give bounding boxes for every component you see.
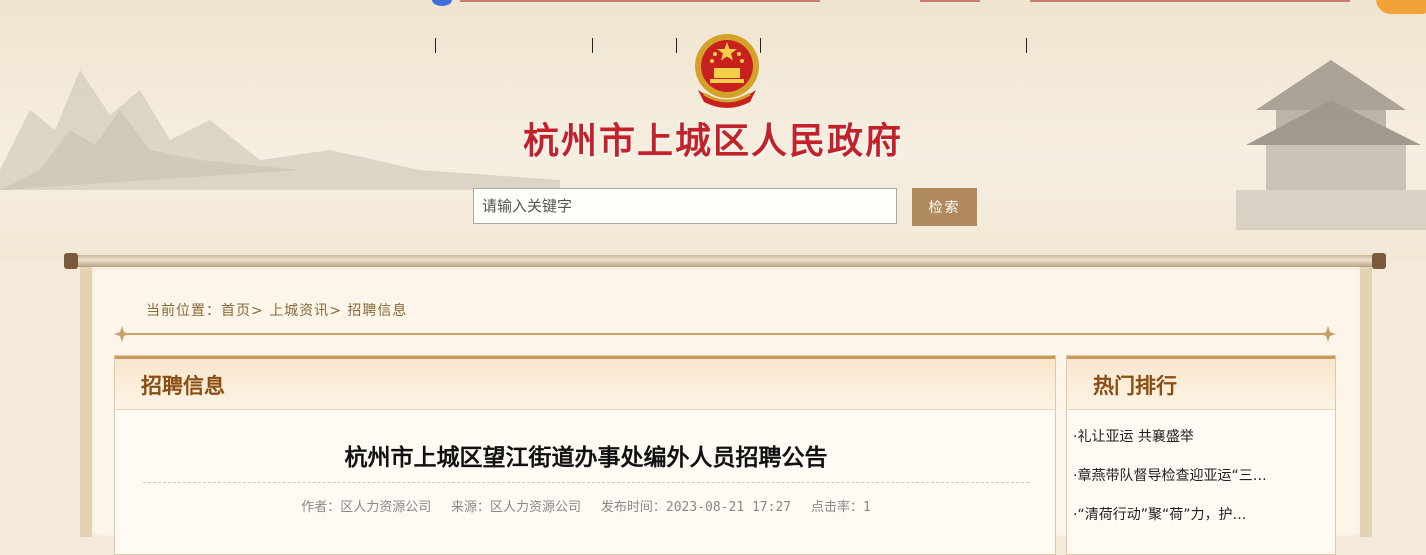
scroll-edge-right (1360, 267, 1372, 537)
breadcrumb-item-home[interactable]: 首页 (221, 303, 251, 319)
corner-badge[interactable] (1376, 0, 1426, 14)
article-panel-header (115, 356, 1055, 410)
article-panel: 招聘信息 杭州市上城区望江街道办事处编外人员招聘公告 作者：区人力资源公司 来源… (114, 355, 1056, 555)
top-link-strip[interactable] (1030, 0, 1350, 2)
article-clicks: 点击率：1 (810, 500, 871, 515)
hot-ranking-list: ·礼让亚运 共襄盛举 ·章燕带队督导检查迎亚运“三… ·“清荷行动”聚“荷”力，… (1073, 426, 1323, 543)
breadcrumb-separator: > (329, 303, 342, 319)
search-button[interactable]: 检索 (912, 188, 977, 226)
breadcrumb-divider (120, 333, 1332, 335)
nav-separator (1026, 38, 1027, 53)
search-input[interactable] (473, 188, 897, 224)
scroll-rod (64, 255, 1386, 267)
nav-separator (592, 38, 593, 53)
article-title-divider (143, 482, 1029, 483)
site-title: 杭州市上城区人民政府 (522, 120, 903, 162)
breadcrumb-separator: > (251, 303, 264, 319)
breadcrumb-item-news[interactable]: 上城资讯 (269, 303, 329, 319)
list-item[interactable]: ·章燕带队督导检查迎亚运“三… (1073, 465, 1323, 504)
national-emblem-icon (695, 34, 759, 108)
top-link-strip[interactable] (460, 0, 820, 2)
scroll-rod-cap-left (64, 253, 78, 269)
nav-separator (435, 38, 436, 53)
hot-ranking-title: 热门排行 (1093, 374, 1177, 398)
list-item[interactable]: ·礼让亚运 共襄盛举 (1073, 426, 1323, 465)
article-published: 发布时间：2023-08-21 17:27 (600, 500, 792, 515)
list-item[interactable]: ·“清荷行动”聚“荷”力，护… (1073, 504, 1323, 543)
scroll-rod-cap-right (1372, 253, 1386, 269)
breadcrumb: 当前位置：首页> 上城资讯> 招聘信息 (146, 300, 407, 320)
nav-separator (676, 38, 677, 53)
article-author: 作者：区人力资源公司 (301, 500, 432, 515)
landscape-painting-decoration (0, 70, 560, 190)
divider-ornament-icon (1320, 326, 1336, 342)
article-meta: 作者：区人力资源公司 来源：区人力资源公司 发布时间：2023-08-21 17… (115, 496, 1057, 515)
breadcrumb-item-recruitment[interactable]: 招聘信息 (347, 303, 407, 319)
top-link-strip[interactable] (920, 0, 980, 2)
breadcrumb-prefix: 当前位置： (146, 303, 221, 319)
section-title: 招聘信息 (141, 374, 225, 398)
scroll-edge-left (80, 267, 92, 537)
hot-ranking-panel: 热门排行 ·礼让亚运 共襄盛举 ·章燕带队督导检查迎亚运“三… ·“清荷行动”聚… (1066, 355, 1336, 555)
article-source: 来源：区人力资源公司 (451, 500, 582, 515)
article-title: 杭州市上城区望江街道办事处编外人员招聘公告 (344, 445, 828, 471)
